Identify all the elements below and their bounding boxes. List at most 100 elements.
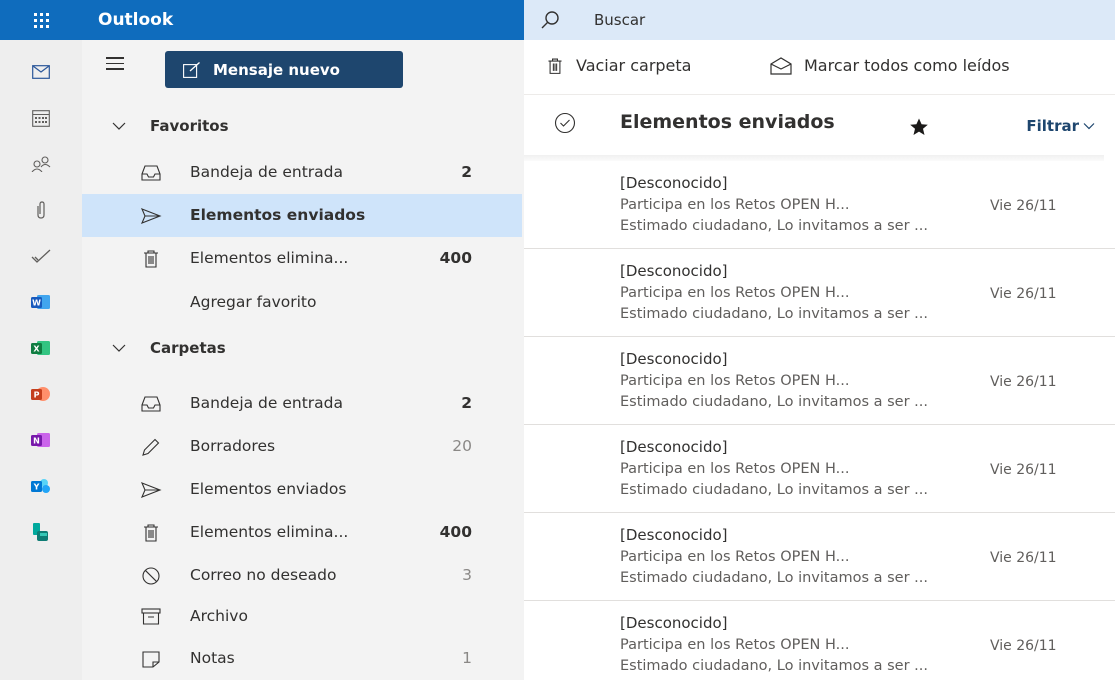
rail-people[interactable] [0, 144, 82, 184]
select-all-icon[interactable] [554, 112, 576, 134]
message-item[interactable]: [Desconocido] Participa en los Retos OPE… [524, 601, 1115, 680]
calendar-icon [32, 109, 50, 127]
attachment-icon [37, 201, 45, 219]
search-icon[interactable] [538, 8, 562, 32]
favorite-star-icon[interactable] [909, 117, 929, 137]
inbox-icon [141, 165, 161, 181]
folder-title: Elementos enviados [620, 111, 835, 133]
rail-word[interactable]: W [0, 282, 82, 322]
folder-pane: Mensaje nuevo Favoritos Bandeja de entra… [82, 40, 524, 680]
message-item[interactable]: [Desconocido] Participa en los Retos OPE… [524, 337, 1115, 425]
folder-sent[interactable]: Elementos enviados [82, 468, 524, 511]
search-box[interactable] [524, 0, 1115, 40]
folder-label: Correo no deseado [190, 566, 337, 584]
waffle-icon [33, 12, 49, 28]
hamburger-menu-icon[interactable] [106, 57, 124, 71]
command-bar: Vaciar carpeta Marcar todos como leídos [524, 40, 1115, 95]
folder-deleted[interactable]: Elementos elimina... 400 [82, 511, 524, 554]
filter-label: Filtrar [1026, 117, 1079, 135]
new-message-label: Mensaje nuevo [213, 60, 340, 79]
filter-button[interactable]: Filtrar [1026, 117, 1095, 135]
message-sender: [Desconocido] [620, 262, 728, 280]
fav-item-sent[interactable]: Elementos enviados [82, 194, 522, 237]
message-item[interactable]: [Desconocido] Participa en los Retos OPE… [524, 513, 1115, 601]
favorites-title: Favoritos [150, 117, 229, 135]
message-subject: Participa en los Retos OPEN H... [620, 637, 850, 653]
folder-junk[interactable]: Correo no deseado 3 [82, 554, 524, 597]
people-icon [31, 156, 51, 172]
message-subject: Participa en los Retos OPEN H... [620, 197, 850, 213]
app-name[interactable]: Outlook [98, 0, 173, 40]
rail-onenote[interactable]: N [0, 420, 82, 460]
message-sender: [Desconocido] [620, 174, 728, 192]
message-preview: Estimado ciudadano, Lo invitamos a ser .… [620, 306, 929, 322]
folder-label: Borradores [190, 437, 276, 455]
message-sender: [Desconocido] [620, 350, 728, 368]
fav-item-deleted[interactable]: Elementos elimina... 400 [82, 237, 524, 280]
message-date: Vie 26/11 [990, 550, 1057, 566]
send-icon [140, 482, 162, 498]
message-item[interactable]: [Desconocido] Participa en los Retos OPE… [524, 425, 1115, 513]
chevron-down-icon [112, 122, 126, 130]
unread-count: 2 [461, 394, 472, 412]
rail-bookings[interactable] [0, 512, 82, 552]
rail-yammer[interactable]: Y [0, 466, 82, 506]
svg-text:W: W [32, 299, 41, 308]
new-message-button[interactable]: Mensaje nuevo [165, 51, 403, 88]
trash-icon [144, 524, 158, 542]
folder-inbox[interactable]: Bandeja de entrada 2 [82, 382, 524, 425]
message-preview: Estimado ciudadano, Lo invitamos a ser .… [620, 482, 929, 498]
bookings-icon [33, 523, 48, 541]
folder-label: Archivo [190, 607, 248, 625]
rail-calendar[interactable] [0, 98, 82, 138]
yammer-icon: Y [31, 479, 50, 493]
compose-icon [183, 61, 200, 78]
message-subject: Participa en los Retos OPEN H... [620, 373, 850, 389]
folders-header[interactable]: Carpetas [112, 333, 226, 363]
blocked-icon [142, 567, 160, 585]
archive-icon [141, 608, 161, 625]
word-icon: W [31, 295, 50, 309]
unread-count: 400 [439, 523, 472, 541]
onenote-icon: N [31, 433, 50, 447]
folder-drafts[interactable]: Borradores 20 [82, 425, 524, 468]
item-count: 1 [462, 649, 472, 667]
app-launcher-button[interactable] [0, 0, 82, 40]
message-date: Vie 26/11 [990, 198, 1057, 214]
fav-item-inbox[interactable]: Bandeja de entrada 2 [82, 151, 524, 194]
rail-files[interactable] [0, 190, 82, 230]
message-preview: Estimado ciudadano, Lo invitamos a ser .… [620, 218, 929, 234]
message-date: Vie 26/11 [990, 374, 1057, 390]
message-list-header: Elementos enviados Filtrar [524, 95, 1115, 155]
folders-title: Carpetas [150, 339, 226, 357]
item-count: 20 [452, 437, 472, 455]
todo-icon [31, 249, 51, 263]
search-input[interactable] [594, 0, 1094, 40]
add-favorite-link[interactable]: Agregar favorito [190, 293, 317, 311]
folder-archive[interactable]: Archivo [82, 595, 524, 638]
folder-notes[interactable]: Notas 1 [82, 637, 524, 680]
trash-icon [144, 250, 158, 268]
rail-mail[interactable] [0, 52, 82, 92]
folder-label: Elementos enviados [190, 480, 347, 498]
rail-todo[interactable] [0, 236, 82, 276]
folder-label: Bandeja de entrada [190, 163, 344, 181]
rail-excel[interactable]: X [0, 328, 82, 368]
inbox-icon [141, 396, 161, 412]
svg-text:Y: Y [33, 483, 40, 492]
rail-powerpoint[interactable]: P [0, 374, 82, 414]
message-item[interactable]: [Desconocido] Participa en los Retos OPE… [524, 249, 1115, 337]
svg-text:P: P [34, 391, 40, 400]
message-date: Vie 26/11 [990, 462, 1057, 478]
svg-text:N: N [33, 437, 40, 446]
mark-all-read-button[interactable]: Marcar todos como leídos [770, 56, 1010, 75]
empty-folder-button[interactable]: Vaciar carpeta [546, 56, 691, 75]
note-icon [142, 651, 160, 668]
favorites-header[interactable]: Favoritos [112, 111, 229, 141]
message-date: Vie 26/11 [990, 286, 1057, 302]
item-count: 3 [462, 566, 472, 584]
app-rail: W X P N Y [0, 40, 82, 680]
send-icon [140, 208, 162, 224]
message-item[interactable]: [Desconocido] Participa en los Retos OPE… [524, 161, 1115, 249]
message-subject: Participa en los Retos OPEN H... [620, 285, 850, 301]
